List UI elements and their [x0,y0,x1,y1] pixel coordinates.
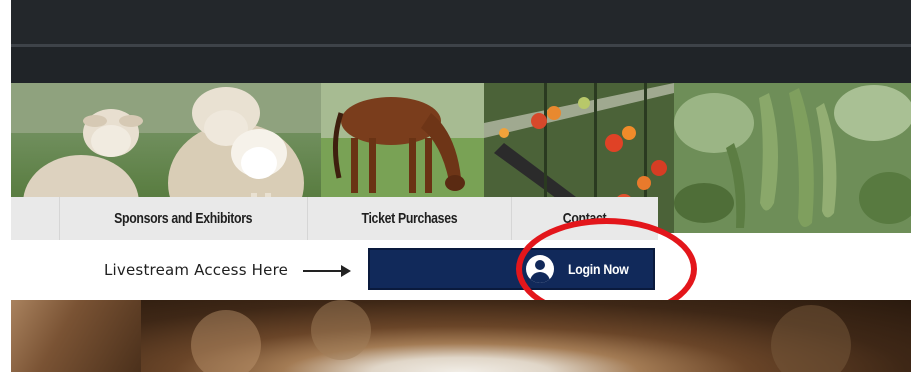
bokeh-light [771,305,851,372]
arrow-head-icon [341,265,351,277]
page-edge [0,0,11,372]
top-bar [11,0,911,44]
bokeh-light [191,310,261,372]
nav-item-tickets-label: Ticket Purchases [361,210,458,227]
livestream-access-label: Livestream Access Here [104,261,289,279]
hero-image [11,300,911,372]
secondary-bar [11,47,911,83]
bokeh-light [311,300,371,360]
arrow-right-icon [303,270,343,272]
soybean-photo [674,83,911,233]
nav-item-home[interactable] [11,197,59,240]
nav-item-sponsors-and-exhibitors[interactable]: Sponsors and Exhibitors [59,197,307,240]
nav-item-ticket-purchases[interactable]: Ticket Purchases [307,197,511,240]
nav-item-sponsors-label: Sponsors and Exhibitors [114,210,253,227]
hero-animal-ear [11,300,141,372]
